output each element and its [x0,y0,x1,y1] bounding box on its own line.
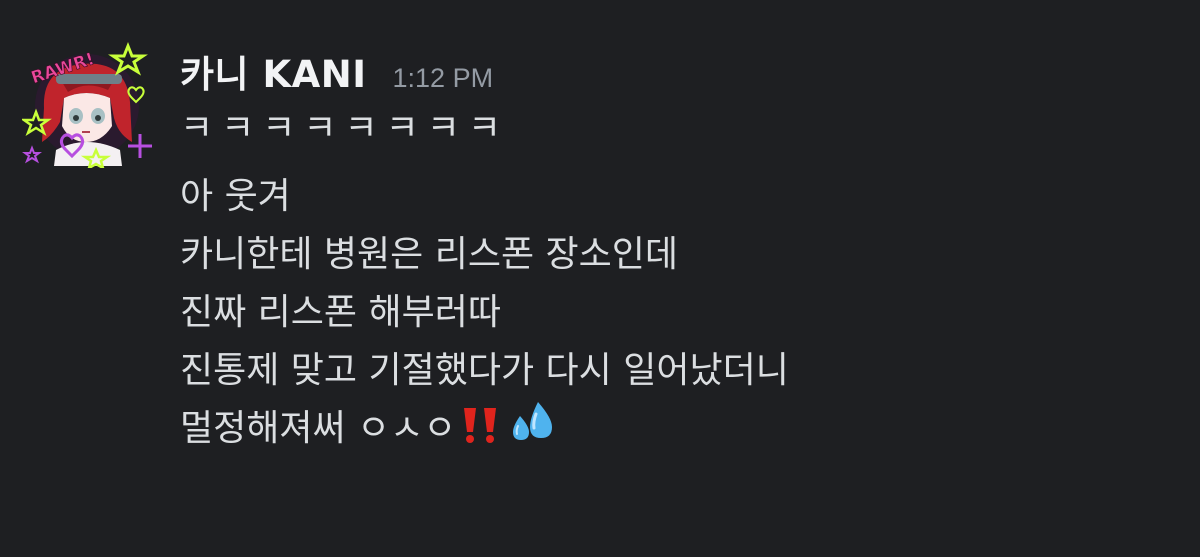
message-body: ㅋㅋㅋㅋㅋㅋㅋㅋ 아 웃겨 카니한테 병원은 리스폰 장소인데 진짜 리스폰 해… [180,104,1172,458]
chat-view: RAWR! 카니 KANI 1:12 PM ㅋㅋㅋㅋㅋㅋㅋㅋ 아 웃겨 카니한테… [0,0,1200,557]
chat-message: RAWR! 카니 KANI 1:12 PM ㅋㅋㅋㅋㅋㅋㅋㅋ 아 웃겨 카니한테… [22,38,1172,518]
anime-character-avatar-icon: RAWR! [22,41,152,168]
double-exclamation-icon [460,406,504,444]
message-line: 아 웃겨 [180,176,291,217]
message-content: 카니 KANI 1:12 PM ㅋㅋㅋㅋㅋㅋㅋㅋ 아 웃겨 카니한테 병원은 리… [180,44,1172,458]
message-line-text: 멀정해져써 ㅇㅅㅇ [180,408,457,449]
user-avatar[interactable]: RAWR! [22,38,152,168]
timestamp[interactable]: 1:12 PM [393,63,494,94]
message-line: ㅋㅋㅋㅋㅋㅋㅋㅋ [180,108,509,149]
message-line: 카니한테 병원은 리스폰 장소인데 [180,234,679,275]
message-header: 카니 KANI 1:12 PM [180,44,1172,100]
username[interactable]: 카니 KANI [180,44,367,98]
message-last-line: 멀정해져써 ㅇㅅㅇ [180,400,1172,458]
sweat-droplets-icon [508,400,558,444]
message-line: 진짜 리스폰 해부러따 [180,292,501,333]
message-line: 진통제 맞고 기절했다가 다시 일어났더니 [180,350,789,391]
